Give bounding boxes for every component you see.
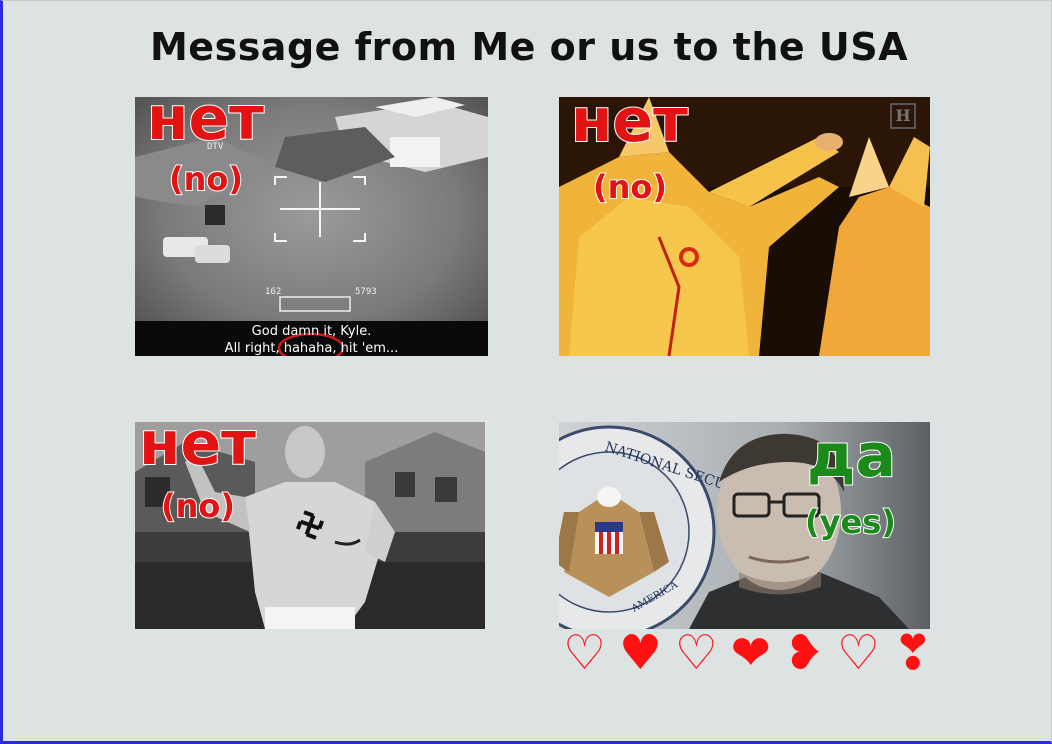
- word-no: нет: [570, 97, 689, 156]
- panel-portrait-seal: NATIONAL SECURITY AGENCY AMERICA да (yes…: [559, 422, 930, 629]
- translation-no: (no): [168, 160, 244, 198]
- subtitle-line: All right, hahaha, hit 'em...: [224, 341, 399, 356]
- page-title: Message from Me or us to the USA: [149, 25, 909, 69]
- channel-logo: H: [890, 103, 916, 129]
- heart-outline-icon: ♡: [836, 625, 880, 681]
- video-subtitle: God damn it, Kyle. All right, hahaha, hi…: [135, 323, 488, 356]
- translation-yes: (yes): [804, 503, 897, 541]
- heart-outline-icon: ♡: [674, 625, 718, 681]
- subtitle-line: God damn it, Kyle.: [251, 324, 372, 339]
- word-no: нет: [138, 422, 257, 479]
- translation-no: (no): [592, 168, 668, 206]
- word-no: нет: [146, 97, 265, 154]
- heart-heavy-icon: ❤: [730, 625, 771, 681]
- hearts-row: ♡ ♥ ♡ ❤ ❥ ♡ ❣: [563, 623, 933, 683]
- page-frame: Message from Me or us to the USA DTV 162…: [0, 0, 1052, 744]
- translation-no: (no): [160, 487, 236, 525]
- hud-label: 162: [265, 287, 281, 297]
- word-yes: да: [806, 422, 897, 491]
- heart-outline-icon: ♡: [563, 625, 607, 681]
- heart-exclamation-icon: ❣: [892, 625, 933, 681]
- panel-hooded-figures: H нет (no): [559, 97, 930, 356]
- heart-filled-icon: ♥: [618, 625, 662, 681]
- heart-rotated-icon: ❥: [783, 625, 824, 681]
- hud-label: 5793: [355, 287, 377, 297]
- panel-gunship-footage: DTV 162 5793 God damn it, Kyle. All righ…: [135, 97, 488, 356]
- panel-street-scene: нет (no): [135, 422, 485, 629]
